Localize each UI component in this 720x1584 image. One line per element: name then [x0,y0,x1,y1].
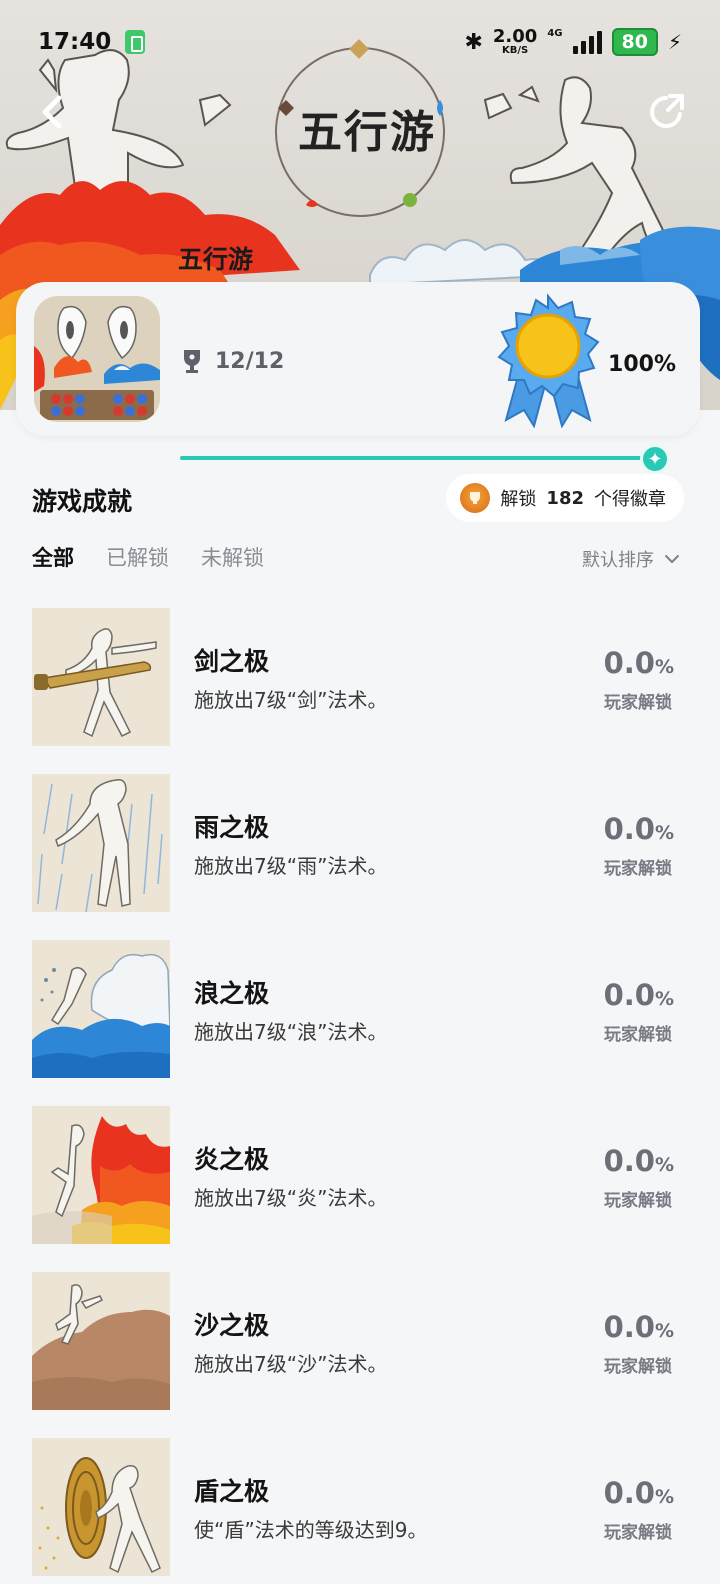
achievement-item-rain[interactable]: 雨之极 施放出7级“雨”法术。 0.0% 玩家解锁 [0,774,720,940]
unlock-prefix: 解锁 [500,489,537,510]
charging-icon: ⚡ [667,30,682,54]
status-time: 17:40 [38,29,112,55]
achievement-name: 浪之极 [194,979,270,1008]
achievement-desc: 施放出7级“剑”法术。 [194,688,388,712]
achievement-unlock-rate-unit: % [654,988,674,1010]
progress-sparkle-icon: ✦ [640,444,670,474]
achievement-item-shield[interactable]: 盾之极 使“盾”法术的等级达到9。 0.0% 玩家解锁 [0,1438,720,1584]
share-icon [650,94,684,128]
achievement-unlock-label: 玩家解锁 [604,859,672,879]
signal-icon [572,30,602,54]
achievement-name: 炎之极 [194,1145,270,1174]
achievement-thumb-rain [32,774,170,912]
achievement-item-sword[interactable]: 剑之极 施放出7级“剑”法术。 0.0% 玩家解锁 [0,608,720,774]
achievement-name: 沙之极 [194,1311,270,1340]
sort-dropdown[interactable]: 默认排序 [582,546,680,572]
achievement-unlock-rate: 0.0% [604,1144,674,1178]
achievement-desc: 施放出7级“雨”法术。 [194,854,388,878]
achievement-unlock-rate-unit: % [654,1320,674,1342]
achievement-unlock-rate: 0.0% [604,812,674,846]
tab-locked[interactable]: 未解锁 [201,542,264,572]
achievement-unlock-label: 玩家解锁 [604,1025,672,1045]
back-button[interactable] [28,88,76,136]
completion-percent: 100% [608,352,676,377]
battery-saver-icon [125,30,146,54]
achievement-thumb-shield [32,1438,170,1576]
section-title: 游戏成就 [32,487,133,516]
achievement-item-fire[interactable]: 炎之极 施放出7级“炎”法术。 0.0% 玩家解锁 [0,1106,720,1272]
achievement-desc: 施放出7级“沙”法术。 [194,1352,388,1376]
achievement-unlock-rate-value: 0.0 [603,1310,655,1344]
achievement-unlock-label: 玩家解锁 [604,693,672,713]
filter-tabs: 全部 已解锁 未解锁 [32,542,264,572]
achievement-name: 雨之极 [194,813,270,842]
achievement-name: 盾之极 [194,1477,270,1506]
tab-all[interactable]: 全部 [32,542,74,572]
trophy-count: 12/12 [181,348,284,374]
achievement-unlock-rate-unit: % [654,1154,674,1176]
network-speed-unit: KB/S [502,45,529,56]
achievement-unlock-rate: 0.0% [604,1310,674,1344]
unlock-suffix: 个得徽章 [594,489,666,510]
game-name: 五行游 [178,245,254,274]
achievement-unlock-label: 玩家解锁 [604,1357,672,1377]
achievement-unlock-rate-unit: % [654,656,674,678]
game-icon [34,296,160,422]
achievement-desc: 施放出7级“炎”法术。 [194,1186,388,1210]
achievement-unlock-rate-value: 0.0 [603,812,655,846]
achievement-desc: 施放出7级“浪”法术。 [194,1020,388,1044]
achievement-unlock-rate-value: 0.0 [603,646,655,680]
network-speed-value: 2.00 [492,26,538,47]
achievement-unlock-rate: 0.0% [604,646,674,680]
badge-icon [460,483,491,513]
achievement-unlock-rate-unit: % [654,1486,674,1508]
share-button[interactable] [642,88,690,136]
status-bar: 17:40 ✱ 2.00 KB/S 4G 80 ⚡ [0,0,720,84]
achievement-item-wave[interactable]: 浪之极 施放出7级“浪”法术。 0.0% 玩家解锁 [0,940,720,1106]
achievement-unlock-rate-unit: % [654,822,674,844]
achievement-thumb-wave [32,940,170,1078]
network-speed: 2.00 KB/S [493,28,537,56]
chevron-left-icon [42,95,62,129]
achievement-name: 剑之极 [194,647,270,676]
badge-unlock-pill[interactable]: 解锁 182 个得徽章 [446,474,684,522]
logo-text: 五行游 [298,107,436,158]
achievement-desc: 使“盾”法术的等级达到9。 [194,1518,428,1542]
achievement-unlock-rate-value: 0.0 [603,1144,655,1178]
achievement-list: 剑之极 施放出7级“剑”法术。 0.0% 玩家解锁 雨之极 施放出7级“雨”法术… [0,608,720,1584]
tab-unlocked[interactable]: 已解锁 [106,542,169,572]
achievement-unlock-rate: 0.0% [604,978,674,1012]
achievement-unlock-rate-value: 0.0 [603,1476,655,1510]
completion-progress-bar [180,456,660,460]
chevron-down-icon [665,555,679,563]
achievement-thumb-sand [32,1272,170,1410]
medal-icon [497,293,600,428]
achievement-unlock-label: 玩家解锁 [604,1191,672,1211]
network-type: 4G [547,28,563,39]
achievement-thumb-fire [32,1106,170,1244]
achievement-unlock-label: 玩家解锁 [604,1523,672,1543]
unlock-count: 182 [546,487,584,509]
battery-level: 80 [611,28,658,56]
bluetooth-icon: ✱ [464,29,483,55]
achievement-item-sand[interactable]: 沙之极 施放出7级“沙”法术。 0.0% 玩家解锁 [0,1272,720,1438]
achievement-summary-card: 12/12 100% [16,282,700,436]
trophy-count-value: 12/12 [215,348,285,374]
achievement-unlock-rate: 0.0% [604,1476,674,1510]
sort-label: 默认排序 [582,550,654,571]
trophy-icon [184,350,200,373]
achievement-thumb-sword [32,608,170,746]
achievement-unlock-rate-value: 0.0 [603,978,655,1012]
